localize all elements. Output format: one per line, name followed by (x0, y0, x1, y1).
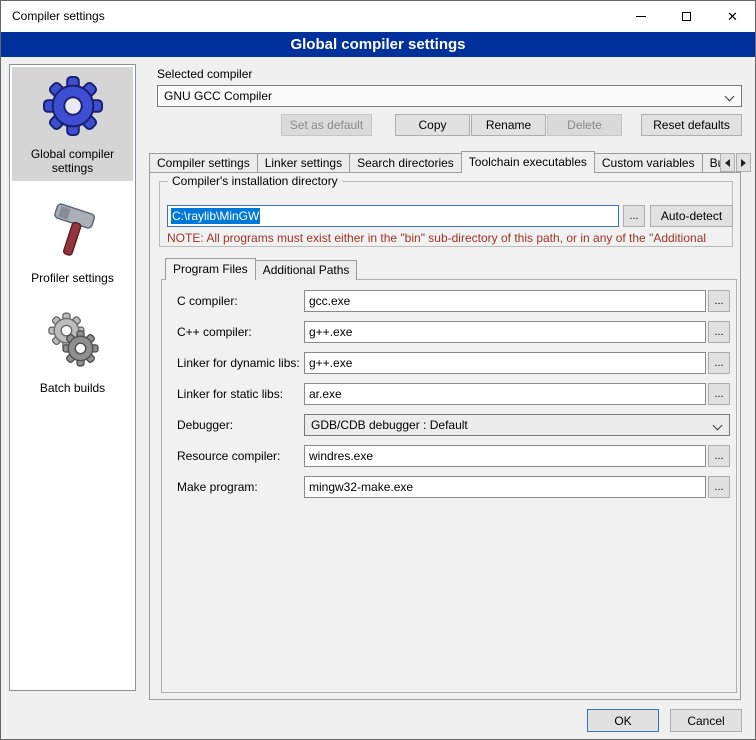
sidebar-item-profiler-settings[interactable]: Profiler settings (12, 191, 133, 291)
browse-cpp-compiler-button[interactable]: ... (708, 321, 730, 343)
auto-detect-button[interactable]: Auto-detect (650, 205, 733, 227)
compiler-settings-window: Compiler settings ✕ Global compiler sett… (0, 0, 756, 740)
minimize-icon (636, 16, 646, 17)
copy-button[interactable]: Copy (395, 114, 470, 136)
ok-button[interactable]: OK (587, 709, 659, 732)
cpp-compiler-label: C++ compiler: (177, 325, 252, 339)
chevron-down-icon (725, 92, 735, 102)
debugger-label: Debugger: (177, 418, 233, 432)
tab-compiler-settings[interactable]: Compiler settings (149, 153, 258, 173)
titlebar: Compiler settings ✕ (1, 1, 755, 32)
tab-linker-settings[interactable]: Linker settings (257, 153, 350, 173)
sidebar-item-label: Profiler settings (14, 271, 131, 285)
tab-scroll-right-button[interactable] (736, 153, 751, 172)
tab-strip: Compiler settings Linker settings Search… (149, 151, 720, 173)
browse-static-linker-button[interactable]: ... (708, 383, 730, 405)
dialog-header-title: Global compiler settings (290, 36, 465, 53)
selected-compiler-label: Selected compiler (157, 67, 252, 81)
subtab-program-files[interactable]: Program Files (165, 258, 256, 280)
browse-make-program-button[interactable]: ... (708, 476, 730, 498)
static-linker-label: Linker for static libs: (177, 387, 283, 401)
window-title: Compiler settings (12, 9, 105, 23)
tab-scroll-left-button[interactable] (720, 153, 735, 172)
make-program-input[interactable] (304, 476, 706, 498)
browse-directory-button[interactable]: ... (623, 205, 645, 227)
debugger-select[interactable]: GDB/CDB debugger : Default (304, 414, 730, 436)
subtab-additional-paths[interactable]: Additional Paths (255, 260, 358, 280)
gears-icon (43, 309, 103, 371)
cancel-button[interactable]: Cancel (670, 709, 742, 732)
tab-custom-variables[interactable]: Custom variables (594, 153, 703, 173)
subtab-strip: Program Files Additional Paths (165, 257, 356, 280)
resource-compiler-label: Resource compiler: (177, 449, 280, 463)
browse-dynamic-linker-button[interactable]: ... (708, 352, 730, 374)
c-compiler-label: C compiler: (177, 294, 238, 308)
minimize-button[interactable] (618, 1, 663, 32)
c-compiler-input[interactable] (304, 290, 706, 312)
tab-search-directories[interactable]: Search directories (349, 153, 462, 173)
reset-defaults-button[interactable]: Reset defaults (641, 114, 742, 136)
compiler-select-value: GNU GCC Compiler (164, 89, 272, 103)
installation-directory-input[interactable]: C:\raylib\MinGW (167, 205, 619, 227)
browse-c-compiler-button[interactable]: ... (708, 290, 730, 312)
maximize-button[interactable] (664, 1, 709, 32)
debugger-select-value: GDB/CDB debugger : Default (311, 418, 468, 432)
close-button[interactable]: ✕ (710, 1, 755, 32)
browse-resource-compiler-button[interactable]: ... (708, 445, 730, 467)
arrow-right-icon (741, 159, 746, 167)
cpp-compiler-input[interactable] (304, 321, 706, 343)
tab-toolchain-executables[interactable]: Toolchain executables (461, 151, 595, 173)
sidebar-item-label: Batch builds (14, 381, 131, 395)
note-text: NOTE: All programs must exist either in … (167, 231, 729, 245)
resource-compiler-input[interactable] (304, 445, 706, 467)
dynamic-linker-input[interactable] (304, 352, 706, 374)
rename-button[interactable]: Rename (471, 114, 546, 136)
compiler-select[interactable]: GNU GCC Compiler (157, 85, 742, 107)
sidebar: Global compiler settings Profiler settin… (9, 64, 136, 691)
maximize-icon (682, 12, 691, 21)
sidebar-item-batch-builds[interactable]: Batch builds (12, 301, 133, 401)
sidebar-item-label: Global compiler settings (14, 147, 131, 175)
set-as-default-button[interactable]: Set as default (281, 114, 372, 136)
dialog-header: Global compiler settings (1, 32, 755, 57)
gear-icon (42, 75, 104, 137)
hammer-icon (44, 199, 102, 261)
delete-button[interactable]: Delete (547, 114, 622, 136)
tab-build-options[interactable]: Buil (702, 153, 720, 173)
close-icon: ✕ (727, 9, 738, 25)
installation-directory-value: C:\raylib\MinGW (171, 208, 260, 224)
sidebar-item-global-compiler-settings[interactable]: Global compiler settings (12, 67, 133, 181)
dynamic-linker-label: Linker for dynamic libs: (177, 356, 300, 370)
installation-directory-group-label: Compiler's installation directory (168, 174, 342, 188)
chevron-down-icon (713, 421, 723, 431)
make-program-label: Make program: (177, 480, 258, 494)
static-linker-input[interactable] (304, 383, 706, 405)
arrow-left-icon (725, 159, 730, 167)
